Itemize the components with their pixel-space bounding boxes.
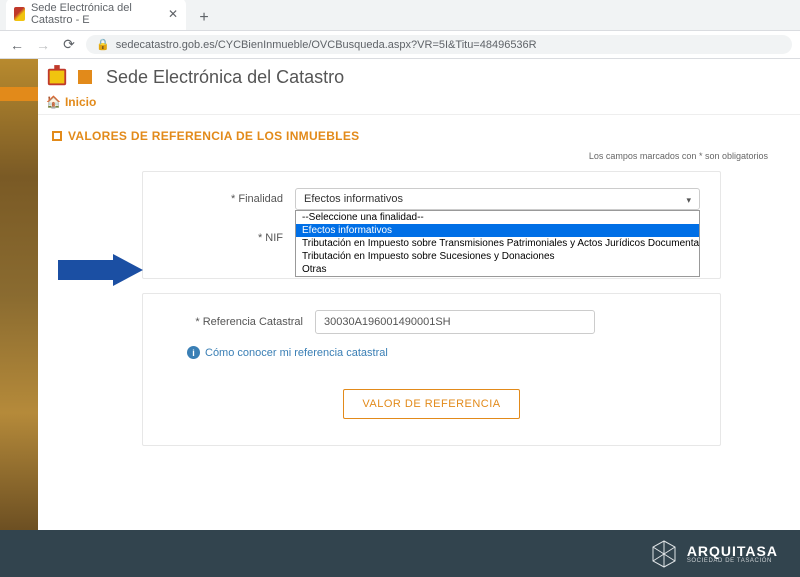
home-link[interactable]: 🏠 Inicio: [46, 95, 96, 109]
browser-chrome: Sede Electrónica del Catastro - E ✕ + ← …: [0, 0, 800, 59]
finalidad-dropdown: --Seleccione una finalidad-- Efectos inf…: [295, 210, 700, 277]
section-title-text: VALORES DE REFERENCIA DE LOS INMUEBLES: [68, 129, 359, 143]
action-row: VALOR DE REFERENCIA: [163, 389, 700, 419]
finalidad-option-1[interactable]: Efectos informativos: [296, 224, 699, 237]
footer-watermark: ARQUITASA SOCIEDAD DE TASACIÓN: [0, 530, 800, 577]
footer-logo-icon: [651, 539, 677, 569]
forward-icon[interactable]: →: [34, 36, 52, 54]
finalidad-select-box[interactable]: Efectos informativos ▾: [295, 188, 700, 210]
footer-brand: ARQUITASA: [687, 544, 778, 558]
chevron-down-icon: ▾: [686, 195, 691, 206]
address-bar: ← → ⟳ 🔒 sedecatastro.gob.es/CYCBienInmue…: [0, 30, 800, 58]
finalidad-option-4[interactable]: Otras: [296, 263, 699, 276]
section-heading: VALORES DE REFERENCIA DE LOS INMUEBLES: [52, 129, 776, 143]
url-text: sedecatastro.gob.es/CYCBienInmueble/OVCB…: [116, 39, 537, 51]
site-header: Sede Electrónica del Catastro: [0, 59, 800, 93]
finalidad-selected: Efectos informativos: [304, 193, 403, 205]
home-icon: 🏠: [46, 95, 61, 109]
close-icon[interactable]: ✕: [168, 7, 178, 21]
logo-square-icon: [78, 70, 92, 84]
row-finalidad: * Finalidad Efectos informativos ▾ --Sel…: [163, 188, 700, 210]
page-body: Sede Electrónica del Catastro 🏠 Inicio V…: [0, 59, 800, 531]
finalidad-select[interactable]: Efectos informativos ▾ --Seleccione una …: [295, 188, 700, 210]
crest-icon: [46, 65, 68, 89]
referencia-label: * Referencia Catastral: [163, 316, 303, 328]
row-referencia: * Referencia Catastral: [163, 310, 700, 334]
referencia-input[interactable]: [315, 310, 595, 334]
tab-favicon-icon: [14, 7, 25, 21]
decorative-orange-bar: [0, 87, 38, 101]
browser-tab[interactable]: Sede Electrónica del Catastro - E ✕: [6, 0, 186, 30]
new-tab-button[interactable]: +: [192, 6, 216, 30]
finalidad-option-3[interactable]: Tributación en Impuesto sobre Sucesiones…: [296, 250, 699, 263]
lock-icon: 🔒: [96, 38, 110, 51]
decorative-sidebar: [0, 59, 38, 531]
finalidad-option-2[interactable]: Tributación en Impuesto sobre Transmisio…: [296, 237, 699, 250]
info-link-text: Cómo conocer mi referencia catastral: [205, 347, 388, 359]
mandatory-note: Los campos marcados con * son obligatori…: [52, 151, 768, 161]
nif-label: * NIF: [163, 232, 283, 244]
footer-tagline: SOCIEDAD DE TASACIÓN: [687, 558, 778, 564]
info-link[interactable]: i Cómo conocer mi referencia catastral: [187, 346, 388, 359]
reload-icon[interactable]: ⟳: [60, 36, 78, 54]
info-icon: i: [187, 346, 200, 359]
submit-button[interactable]: VALOR DE REFERENCIA: [343, 389, 519, 419]
footer-text-block: ARQUITASA SOCIEDAD DE TASACIÓN: [687, 544, 778, 564]
annotation-arrow-icon: [58, 254, 143, 286]
form-panel-finalidad: * Finalidad Efectos informativos ▾ --Sel…: [142, 171, 721, 279]
bullet-icon: [52, 131, 62, 141]
finalidad-option-placeholder[interactable]: --Seleccione una finalidad--: [296, 211, 699, 224]
main-content: VALORES DE REFERENCIA DE LOS INMUEBLES L…: [46, 115, 800, 446]
site-title: Sede Electrónica del Catastro: [106, 67, 344, 88]
finalidad-label: * Finalidad: [163, 193, 283, 205]
breadcrumb: 🏠 Inicio: [0, 93, 800, 115]
tab-title: Sede Electrónica del Catastro - E: [31, 2, 158, 26]
url-input[interactable]: 🔒 sedecatastro.gob.es/CYCBienInmueble/OV…: [86, 35, 792, 54]
back-icon[interactable]: ←: [8, 36, 26, 54]
tab-bar: Sede Electrónica del Catastro - E ✕ +: [0, 0, 800, 30]
home-label: Inicio: [65, 95, 96, 109]
form-panel-referencia: * Referencia Catastral i Cómo conocer mi…: [142, 293, 721, 446]
